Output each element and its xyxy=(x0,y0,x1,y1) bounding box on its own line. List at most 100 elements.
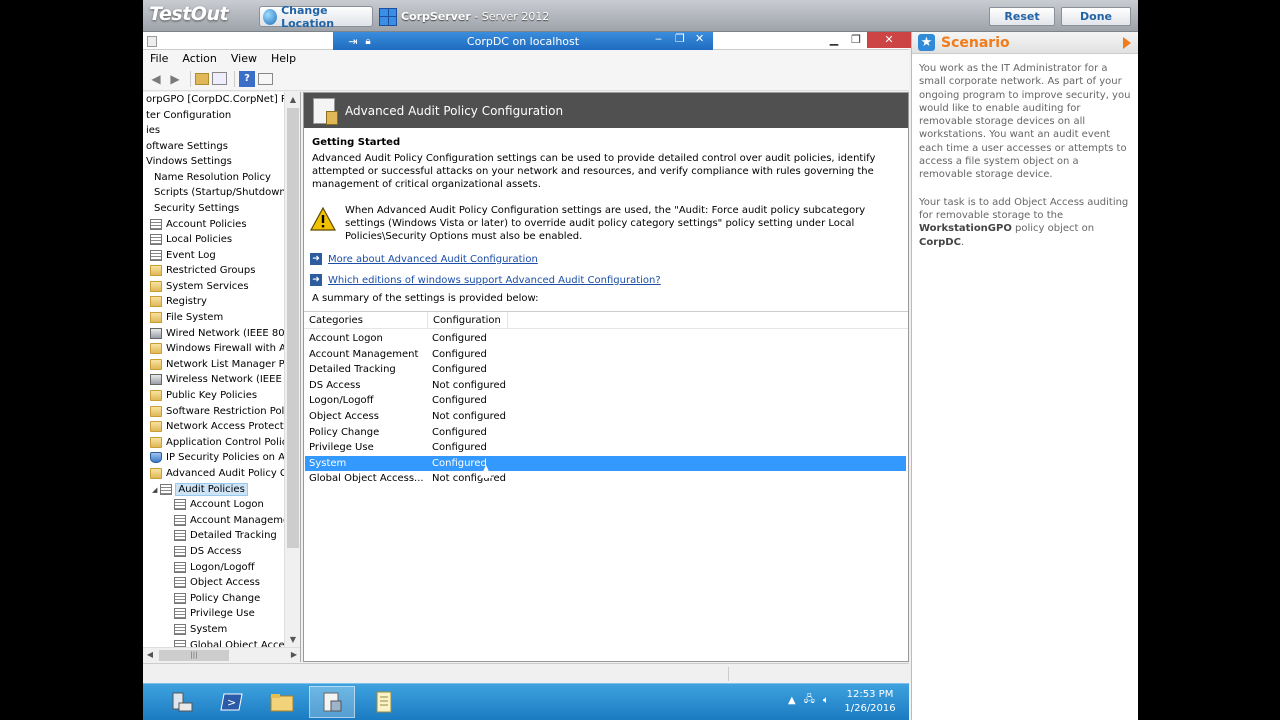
scroll-right-icon[interactable]: ▶ xyxy=(287,648,300,662)
up-folder-icon[interactable] xyxy=(195,72,209,85)
remote-minimize-icon[interactable]: ‒ xyxy=(655,32,662,45)
column-header-configuration[interactable]: Configuration xyxy=(428,312,508,329)
change-location-button[interactable]: Change Location xyxy=(259,4,373,30)
list-item[interactable]: System Configured xyxy=(305,455,906,471)
remote-close-icon[interactable]: ✕ xyxy=(695,32,704,45)
tree-node[interactable]: IP Security Policies on Acti xyxy=(150,450,297,465)
tree-scroll-thumb[interactable] xyxy=(287,108,299,548)
scenario-header[interactable]: ★ Scenario xyxy=(912,32,1138,54)
tree-node[interactable]: Privilege Use xyxy=(174,606,255,621)
gpme-app-icon[interactable] xyxy=(147,36,157,47)
tree-node[interactable]: oftware Settings xyxy=(146,139,228,154)
tree-node[interactable]: orpGPO [CorpDC.CorpNet] Pol xyxy=(146,92,296,107)
taskbar-clock[interactable]: 12:53 PM 1/26/2016 xyxy=(838,688,902,716)
done-button[interactable]: Done xyxy=(1061,7,1131,26)
tree-node[interactable]: Wired Network (IEEE 802.3 xyxy=(150,326,300,341)
menu-action[interactable]: Action xyxy=(182,50,216,67)
expand-triangle-icon[interactable]: ◢ xyxy=(152,486,157,494)
list-item[interactable]: Object Access Not configured xyxy=(305,409,906,424)
tree-node[interactable]: Account Policies xyxy=(150,217,247,232)
tree-hscroll-thumb[interactable]: ||| xyxy=(159,650,229,661)
tree-node[interactable]: Name Resolution Policy xyxy=(154,170,271,185)
list-item[interactable]: Account Management Configured xyxy=(305,347,906,362)
tree-node[interactable]: Event Log xyxy=(150,248,216,263)
tree-node[interactable]: ◢ Audit Policies xyxy=(152,482,248,497)
tree-node[interactable]: Wireless Network (IEEE 80 xyxy=(150,372,298,387)
scroll-down-icon[interactable]: ▼ xyxy=(285,632,300,647)
editions-link[interactable]: Which editions of windows support Advanc… xyxy=(328,275,661,286)
list-item[interactable]: Privilege Use Configured xyxy=(305,440,906,455)
tree-horizontal-scrollbar[interactable]: ◀ ||| ▶ xyxy=(143,647,300,662)
menu-help[interactable]: Help xyxy=(271,50,296,67)
tray-expand-icon[interactable]: ▲ xyxy=(788,695,796,706)
forward-icon[interactable]: ▶ xyxy=(167,71,183,87)
taskbar-file-explorer[interactable] xyxy=(259,686,305,718)
list-item[interactable]: DS Access Not configured xyxy=(305,378,906,393)
show-hide-action-pane-icon[interactable] xyxy=(258,72,273,85)
tree-node[interactable]: Application Control Policies xyxy=(150,435,300,450)
tree-node[interactable]: System xyxy=(174,622,227,637)
list-item[interactable]: Logon/Logoff Configured xyxy=(305,393,906,408)
scroll-left-icon[interactable]: ◀ xyxy=(143,648,157,662)
column-header-categories[interactable]: Categories xyxy=(304,312,428,329)
taskbar-notepad[interactable] xyxy=(361,686,407,718)
tree-node[interactable]: DS Access xyxy=(174,544,241,559)
help-icon[interactable]: ? xyxy=(239,70,255,87)
menu-file[interactable]: File xyxy=(150,50,168,67)
network-icon[interactable]: 🖧︎ xyxy=(804,692,815,709)
editions-link-row[interactable]: ➜ Which editions of windows support Adva… xyxy=(310,274,661,286)
tree-node[interactable]: Logon/Logoff xyxy=(174,560,255,575)
show-hide-tree-icon[interactable] xyxy=(212,72,227,85)
taskbar-server-manager[interactable] xyxy=(159,686,205,718)
menu-view[interactable]: View xyxy=(231,50,257,67)
remote-connection-bar: ⇥ 🔒︎ CorpDC on localhost ‒ ❐ ✕ xyxy=(333,32,713,50)
scroll-up-icon[interactable]: ▲ xyxy=(285,92,300,107)
list-item[interactable]: Account Logon Configured xyxy=(305,331,906,346)
remote-restore-icon[interactable]: ❐ xyxy=(675,32,685,45)
tree-node[interactable]: Restricted Groups xyxy=(150,263,255,278)
back-icon[interactable]: ◀ xyxy=(148,71,164,87)
list-item[interactable]: Detailed Tracking Configured xyxy=(305,362,906,377)
tree-node[interactable]: Public Key Policies xyxy=(150,388,257,403)
more-about-link[interactable]: More about Advanced Audit Configuration xyxy=(328,254,538,265)
list-item[interactable]: Policy Change Configured xyxy=(305,425,906,440)
tree-node[interactable]: Vindows Settings xyxy=(146,154,232,169)
tree-node[interactable]: Local Policies xyxy=(150,232,232,247)
volume-icon[interactable]: 🔈︎ xyxy=(823,695,829,706)
tree-node[interactable]: ies xyxy=(146,123,160,138)
tree-node-label: DS Access xyxy=(190,546,242,557)
tree-node[interactable]: Network List Manager Polic xyxy=(150,357,300,372)
tree-node[interactable]: System Services xyxy=(150,279,249,294)
tree-node[interactable]: Registry xyxy=(150,294,207,309)
more-about-link-row[interactable]: ➜ More about Advanced Audit Configuratio… xyxy=(310,253,538,265)
tree-node[interactable]: ter Configuration xyxy=(146,108,231,123)
taskbar-powershell[interactable]: > xyxy=(209,686,255,718)
tree-node[interactable]: Software Restriction Policie xyxy=(150,404,300,419)
gpme-icon xyxy=(323,692,342,712)
tree-node[interactable]: Account Management xyxy=(174,513,299,528)
tree-vertical-scrollbar[interactable]: ▲ ▼ xyxy=(284,92,300,647)
tree-node[interactable]: Object Access xyxy=(174,575,260,590)
tree-node[interactable]: Advanced Audit Policy Conf xyxy=(150,466,300,481)
folder-icon xyxy=(150,437,162,448)
configuration-cell: Not configured xyxy=(432,411,507,422)
tree-node[interactable]: Account Logon xyxy=(174,497,264,512)
tree-node[interactable]: Scripts (Startup/Shutdown) xyxy=(154,185,290,200)
tree-node[interactable]: Detailed Tracking xyxy=(174,528,277,543)
expand-arrow-icon[interactable] xyxy=(1123,37,1131,49)
close-icon[interactable]: ✕ xyxy=(867,32,911,48)
tree-node[interactable]: Windows Firewall with Adv xyxy=(150,341,298,356)
reset-button[interactable]: Reset xyxy=(989,7,1055,26)
server-selector[interactable]: CorpServer - Server 2012 xyxy=(379,6,549,27)
tree-node[interactable]: Network Access Protection xyxy=(150,419,299,434)
tree-node[interactable]: File System xyxy=(150,310,223,325)
minimize-icon[interactable]: ▁ xyxy=(823,32,845,48)
category-cell: Global Object Access... xyxy=(309,473,424,485)
intro-text: Advanced Audit Policy Configuration sett… xyxy=(312,153,876,190)
tree-node[interactable]: Policy Change xyxy=(174,591,260,606)
status-bar xyxy=(143,663,909,683)
list-item[interactable]: Global Object Access... Not configured xyxy=(305,471,906,486)
tree-node[interactable]: Security Settings xyxy=(154,201,239,216)
maximize-icon[interactable]: ❐ xyxy=(845,32,867,48)
taskbar-group-policy-editor[interactable] xyxy=(309,686,355,718)
